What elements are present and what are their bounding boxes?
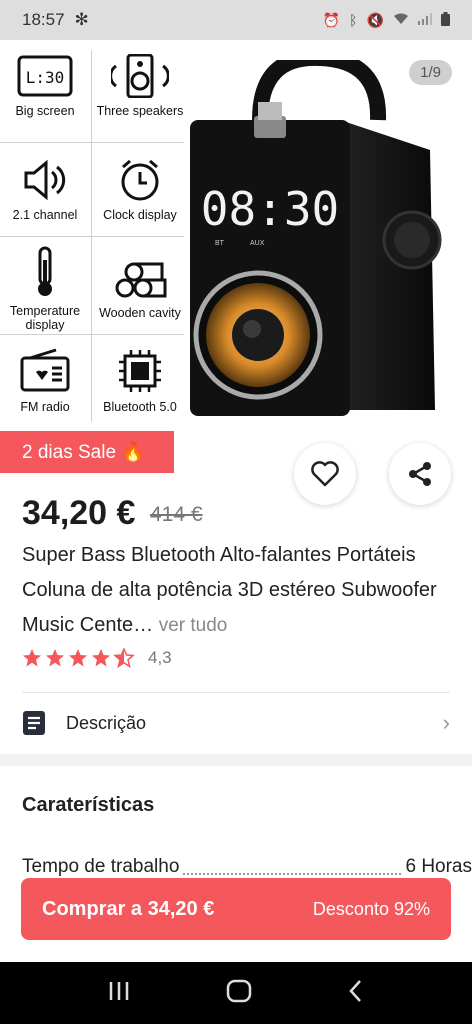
feature-channel: 2.1 channel bbox=[0, 158, 90, 222]
status-bar: 18:57 ✻ ⏰ ᛒ 🔇 bbox=[0, 0, 472, 40]
speaker-icon bbox=[111, 54, 169, 98]
radio-icon bbox=[20, 348, 70, 392]
image-page-indicator: 1/9 bbox=[409, 60, 452, 85]
recent-apps-icon bbox=[110, 981, 129, 1000]
original-price: 414 € bbox=[150, 503, 203, 526]
product-rating[interactable]: 4,3 bbox=[22, 648, 172, 668]
product-title: Super Bass Bluetooth Alto-falantes Portá… bbox=[22, 538, 452, 643]
heart-icon bbox=[311, 461, 339, 487]
recent-apps-button[interactable] bbox=[107, 980, 131, 1007]
speaker-label-bt: BT bbox=[215, 240, 225, 247]
home-icon bbox=[226, 979, 252, 1002]
product-image-carousel[interactable]: L:30 Big screen Three speakers 2.1 chann… bbox=[0, 40, 472, 440]
wifi-icon bbox=[393, 12, 409, 28]
buy-button-label: Comprar a 34,20 € bbox=[42, 897, 215, 920]
product-title-text: Super Bass Bluetooth Alto-falantes Portá… bbox=[22, 544, 437, 636]
section-separator bbox=[0, 754, 472, 766]
characteristic-row: Tempo de trabalho 6 Horas bbox=[22, 856, 472, 880]
thermometer-icon bbox=[38, 246, 52, 296]
battery-icon bbox=[441, 11, 450, 29]
feature-temperature: Temperature display bbox=[0, 246, 90, 332]
product-price: 34,20 € bbox=[22, 494, 136, 532]
alarm-clock-icon bbox=[121, 159, 159, 201]
characteristics-title: Caraterísticas bbox=[22, 794, 155, 816]
grid-divider bbox=[0, 334, 184, 335]
sale-badge: 2 dias Sale 🔥 bbox=[0, 431, 174, 473]
buy-button[interactable]: Comprar a 34,20 € Desconto 92% bbox=[21, 878, 451, 940]
wood-logs-icon bbox=[115, 262, 167, 298]
chevron-right-icon: › bbox=[442, 710, 450, 735]
chip-icon bbox=[119, 350, 161, 392]
alarm-icon: ⏰ bbox=[322, 11, 341, 28]
status-icons: ⏰ ᛒ 🔇 bbox=[322, 11, 450, 29]
description-row[interactable]: Descrição › bbox=[0, 694, 472, 752]
feature-three-speakers: Three speakers bbox=[95, 54, 185, 118]
signal-icon bbox=[418, 12, 432, 28]
bluetooth-icon: ᛒ bbox=[349, 12, 358, 28]
speaker-clock-text: 08:30 bbox=[201, 182, 339, 236]
clock-display-icon: L:30 bbox=[17, 55, 73, 97]
grid-divider bbox=[0, 236, 184, 237]
status-time: 18:57 bbox=[22, 10, 65, 29]
share-icon bbox=[409, 462, 431, 486]
feature-wooden-cavity: Wooden cavity bbox=[95, 256, 185, 320]
mute-icon: 🔇 bbox=[366, 11, 384, 28]
feature-fm-radio: FM radio bbox=[0, 348, 90, 414]
speaker-product-image: 08:30 BT AUX bbox=[180, 49, 460, 440]
star-rating-icons bbox=[23, 648, 134, 668]
feature-big-screen: L:30 Big screen bbox=[0, 54, 90, 118]
volume-icon bbox=[24, 159, 66, 201]
dotted-leader bbox=[183, 856, 402, 875]
feature-grid: L:30 Big screen Three speakers 2.1 chann… bbox=[0, 50, 190, 425]
characteristic-value: 6 Horas bbox=[405, 856, 472, 877]
favorite-button[interactable] bbox=[294, 443, 356, 505]
svg-text:L:30: L:30 bbox=[26, 68, 65, 87]
description-label: Descrição bbox=[66, 712, 147, 733]
speaker-label-aux: AUX bbox=[250, 240, 265, 247]
feature-clock-display: Clock display bbox=[95, 158, 185, 222]
back-icon bbox=[348, 979, 361, 1002]
document-icon bbox=[23, 711, 45, 735]
discount-label: Desconto 92% bbox=[312, 898, 430, 919]
back-button[interactable] bbox=[347, 979, 365, 1008]
share-button[interactable] bbox=[389, 443, 451, 505]
characteristic-label: Tempo de trabalho bbox=[22, 856, 180, 877]
feature-bluetooth: Bluetooth 5.0 bbox=[95, 348, 185, 414]
see-all-link[interactable]: ver tudo bbox=[159, 615, 228, 636]
divider bbox=[22, 692, 450, 693]
home-button[interactable] bbox=[226, 979, 252, 1008]
system-nav-bar bbox=[0, 962, 472, 1024]
rating-value: 4,3 bbox=[148, 648, 172, 667]
grid-divider bbox=[0, 142, 184, 143]
fan-icon: ✻ bbox=[74, 10, 89, 29]
